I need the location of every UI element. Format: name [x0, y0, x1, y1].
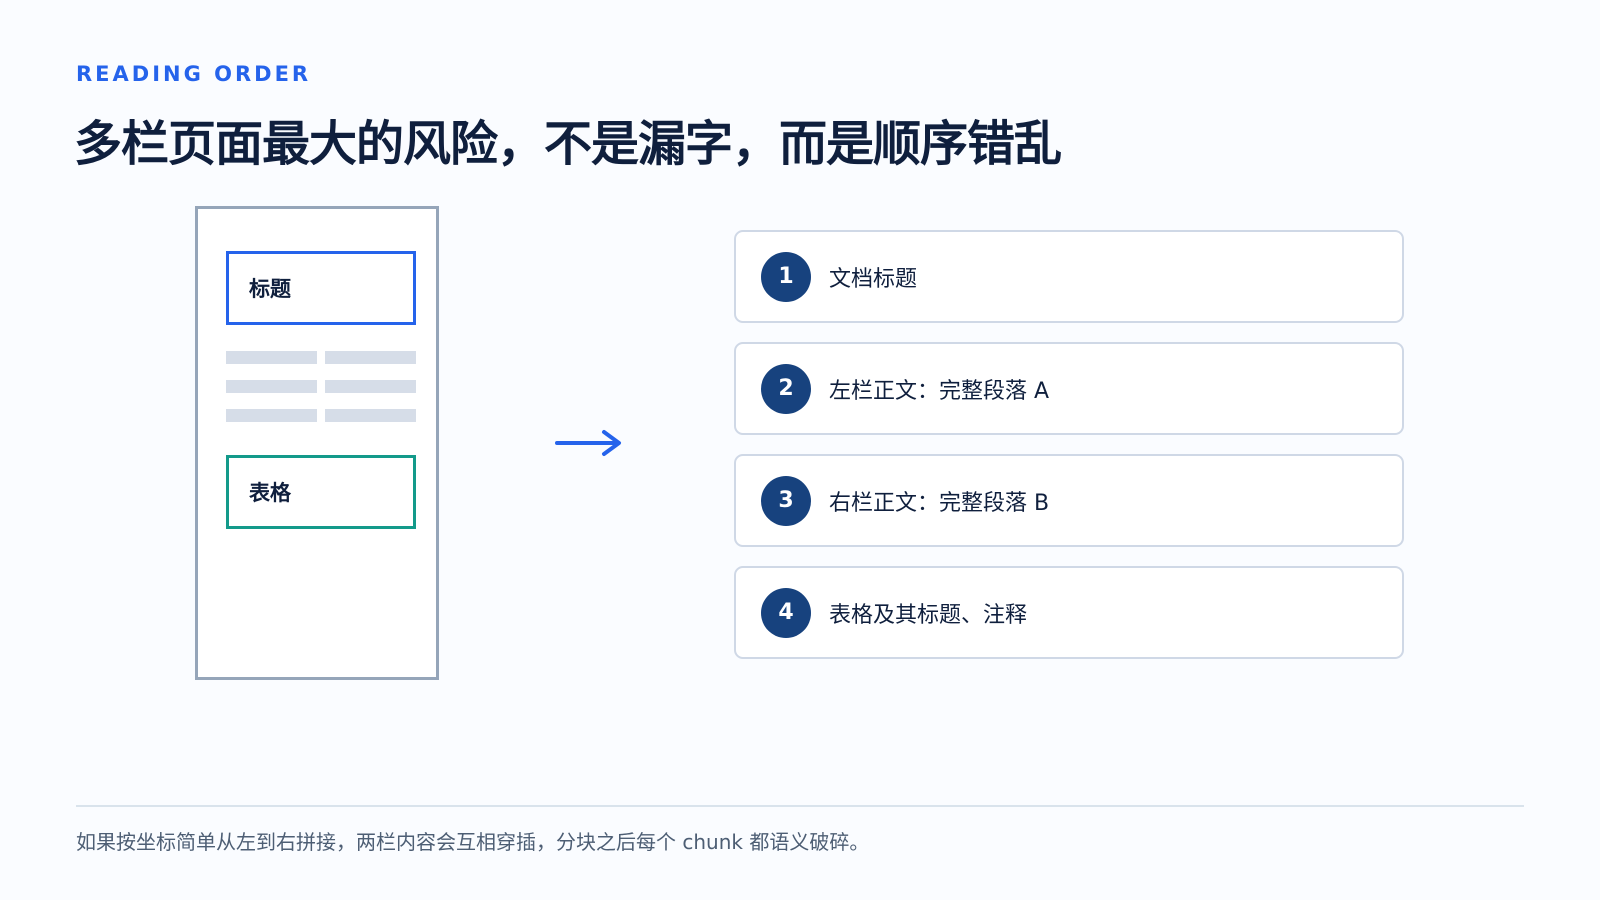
step-number-badge: 2: [761, 363, 811, 414]
page-title: 多栏页面最大的风险，不是漏字，而是顺序错乱: [74, 116, 1062, 172]
left-column-line: [226, 380, 317, 393]
step-number-badge: 1: [761, 251, 811, 302]
table-block: 表格: [226, 455, 416, 529]
right-column-line: [325, 409, 416, 422]
right-arrow-icon: [555, 430, 621, 456]
reading-order-item: 2 左栏正文：完整段落 A: [734, 342, 1404, 435]
title-block-label: 标题: [249, 277, 291, 301]
step-label: 文档标题: [829, 266, 918, 292]
reading-order-item: 1 文档标题: [734, 230, 1404, 323]
right-column-line: [325, 351, 416, 364]
eyebrow-label: READING ORDER: [76, 62, 312, 86]
multi-column-page-mockup: 标题 表格: [195, 206, 439, 680]
footer-divider: [76, 805, 1524, 807]
left-column-line: [226, 351, 317, 364]
title-block: 标题: [226, 251, 416, 325]
step-label: 左栏正文：完整段落 A: [829, 378, 1050, 404]
right-column-line: [325, 380, 416, 393]
left-column-line: [226, 409, 317, 422]
step-number-badge: 3: [761, 475, 811, 526]
reading-order-slide: READING ORDER 多栏页面最大的风险，不是漏字，而是顺序错乱 标题 表…: [0, 0, 1600, 900]
step-number-badge: 4: [761, 587, 811, 638]
reading-order-item: 3 右栏正文：完整段落 B: [734, 454, 1404, 547]
table-block-label: 表格: [249, 481, 291, 505]
step-label: 右栏正文：完整段落 B: [829, 490, 1050, 516]
reading-order-item: 4 表格及其标题、注释: [734, 566, 1404, 659]
step-label: 表格及其标题、注释: [829, 602, 1028, 628]
footnote: 如果按坐标简单从左到右拼接，两栏内容会互相穿插，分块之后每个 chunk 都语义…: [76, 830, 870, 854]
